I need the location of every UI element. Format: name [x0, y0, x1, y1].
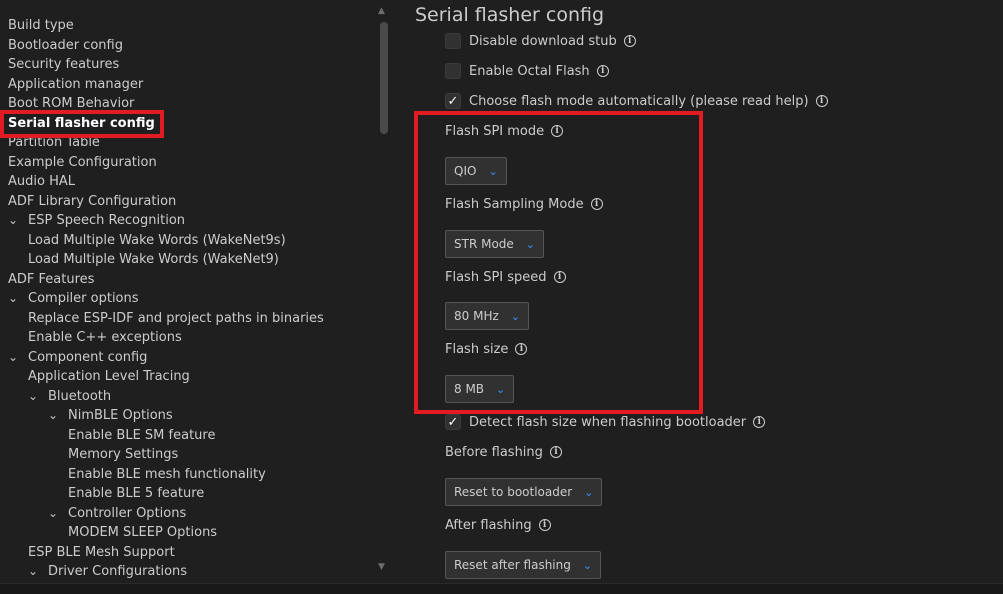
tree-item-label: Controller Options	[68, 506, 187, 521]
select-value: Reset after flashing	[454, 558, 571, 572]
info-icon[interactable]: i	[596, 65, 609, 77]
tree-item-label: Load Multiple Wake Words (WakeNet9)	[28, 252, 279, 267]
tree-item-ble-mesh-support[interactable]: ESP BLE Mesh Support	[28, 543, 175, 562]
tree-item-label: ADF Features	[8, 272, 95, 287]
tree-item-application-manager[interactable]: Application manager	[8, 75, 143, 94]
tree-item-security-features[interactable]: Security features	[8, 55, 119, 74]
tree-item-label: Security features	[8, 57, 120, 72]
tree-item-label: Boot ROM Behavior	[8, 96, 135, 111]
chevron-down-icon[interactable]: ⌄	[48, 504, 68, 523]
detect-flash-size-checkbox[interactable]: ✓	[445, 414, 461, 430]
chevron-down-icon: ⌄	[582, 558, 593, 572]
tree-item-label: Compiler options	[28, 291, 139, 306]
field-label: Before flashing	[445, 444, 543, 460]
scrollbar-thumb[interactable]	[380, 22, 388, 134]
after-flashing-select[interactable]: Reset after flashing ⌄	[445, 551, 602, 579]
tree-item-label: Bluetooth	[48, 389, 112, 404]
checkbox-label: Disable download stub	[469, 33, 617, 49]
tree-item-label: Audio HAL	[8, 174, 75, 189]
chevron-down-icon[interactable]: ⌄	[28, 387, 48, 406]
tree-item-label: Driver Configurations	[48, 564, 188, 579]
tree-item-example-configuration[interactable]: Example Configuration	[8, 153, 157, 172]
checkbox-label: Enable Octal Flash	[469, 63, 590, 79]
tree-item-label: Build type	[8, 18, 74, 33]
tree-item-label: Bootloader config	[8, 38, 123, 53]
tree-item-driver-configurations[interactable]: ⌄ Driver Configurations	[28, 562, 187, 581]
tree-item-label: Memory Settings	[68, 447, 179, 462]
tree-item-label: Load Multiple Wake Words (WakeNet9s)	[28, 233, 286, 248]
checkbox-label: Choose flash mode automatically (please …	[469, 93, 809, 109]
chevron-down-icon[interactable]: ⌄	[8, 348, 28, 367]
tree-item-label: NimBLE Options	[68, 408, 173, 423]
detect-flash-size-row: ✓ Detect flash size when flashing bootlo…	[445, 412, 766, 432]
tree-item-label: Application manager	[8, 77, 144, 92]
info-icon[interactable]: i	[549, 446, 562, 458]
info-icon[interactable]: i	[753, 416, 766, 428]
chevron-down-icon: ⌄	[584, 485, 594, 499]
tree-item-label: Replace ESP-IDF and project paths in bin…	[28, 311, 324, 326]
tree-item-nimble-options[interactable]: ⌄ NimBLE Options	[48, 406, 173, 425]
tree-item-label: Enable BLE 5 feature	[68, 486, 205, 501]
annotation-highlight-box	[0, 110, 164, 138]
tree-item-label: Enable C++ exceptions	[28, 330, 182, 345]
checkbox-label: Detect flash size when flashing bootload…	[469, 414, 747, 430]
tree-item-ble-mesh[interactable]: Enable BLE mesh functionality	[68, 465, 266, 484]
tree-item-label: Component config	[28, 350, 148, 365]
tree-item-label: Application Level Tracing	[28, 369, 190, 384]
enable-octal-flash-checkbox[interactable]	[445, 63, 461, 79]
tree-item-adf-features[interactable]: ADF Features	[8, 270, 94, 289]
page-title: Serial flasher config	[415, 4, 605, 26]
chevron-down-icon[interactable]: ⌄	[8, 289, 28, 308]
info-icon[interactable]: i	[815, 95, 828, 107]
chevron-down-icon[interactable]: ⌄	[28, 562, 48, 581]
tree-item-wakenet9s[interactable]: Load Multiple Wake Words (WakeNet9s)	[28, 231, 286, 250]
select-value: Reset to bootloader	[454, 485, 573, 499]
before-flashing-label-row: Before flashing i	[445, 442, 562, 462]
tree-item-app-level-tracing[interactable]: Application Level Tracing	[28, 367, 190, 386]
tree-item-ble-5[interactable]: Enable BLE 5 feature	[68, 484, 204, 503]
scroll-up-arrow-icon[interactable]: ▲	[378, 6, 385, 16]
chevron-down-icon[interactable]: ⌄	[48, 406, 68, 425]
status-bar	[0, 583, 1003, 594]
tree-item-label: ESP Speech Recognition	[28, 213, 186, 228]
tree-item-component-config[interactable]: ⌄ Component config	[8, 348, 147, 367]
disable-download-stub-row: Disable download stub i	[445, 31, 636, 51]
tree-item-wakenet9[interactable]: Load Multiple Wake Words (WakeNet9)	[28, 250, 279, 269]
enable-octal-flash-row: Enable Octal Flash i	[445, 61, 609, 81]
tree-item-controller-options[interactable]: ⌄ Controller Options	[48, 504, 186, 523]
tree-item-label: Enable BLE mesh functionality	[68, 467, 266, 482]
tree-item-compiler-options[interactable]: ⌄ Compiler options	[8, 289, 139, 308]
tree-item-label: ADF Library Configuration	[8, 194, 177, 209]
before-flashing-select[interactable]: Reset to bootloader ⌄	[445, 478, 603, 506]
after-flashing-label-row: After flashing i	[445, 515, 551, 535]
auto-flash-mode-row: ✓ Choose flash mode automatically (pleas…	[445, 91, 828, 111]
settings-tree: Build type Bootloader config Security fe…	[0, 0, 395, 583]
annotation-highlight-box	[414, 111, 703, 414]
tree-item-label: Enable BLE SM feature	[68, 428, 216, 443]
tree-item-esp-speech-recognition[interactable]: ⌄ ESP Speech Recognition	[8, 211, 185, 230]
chevron-down-icon[interactable]: ⌄	[8, 211, 28, 230]
auto-flash-mode-checkbox[interactable]: ✓	[445, 93, 461, 109]
tree-item-label: MODEM SLEEP Options	[68, 525, 218, 540]
tree-item-modem-sleep[interactable]: MODEM SLEEP Options	[68, 523, 217, 542]
tree-item-cpp-exceptions[interactable]: Enable C++ exceptions	[28, 328, 182, 347]
tree-item-build-type[interactable]: Build type	[8, 16, 74, 35]
tree-item-bluetooth[interactable]: ⌄ Bluetooth	[28, 387, 111, 406]
tree-item-replace-paths[interactable]: Replace ESP-IDF and project paths in bin…	[28, 309, 324, 328]
tree-item-audio-hal[interactable]: Audio HAL	[8, 172, 75, 191]
tree-item-ble-sm-feature[interactable]: Enable BLE SM feature	[68, 426, 215, 445]
tree-item-label: ESP BLE Mesh Support	[28, 545, 175, 560]
field-label: After flashing	[445, 517, 532, 533]
disable-download-stub-checkbox[interactable]	[445, 33, 461, 49]
tree-item-label: Example Configuration	[8, 155, 157, 170]
scroll-down-arrow-icon[interactable]: ▼	[378, 562, 385, 572]
info-icon[interactable]: i	[538, 519, 551, 531]
tree-item-adf-library-configuration[interactable]: ADF Library Configuration	[8, 192, 176, 211]
tree-item-bootloader-config[interactable]: Bootloader config	[8, 36, 123, 55]
tree-item-memory-settings[interactable]: Memory Settings	[68, 445, 178, 464]
info-icon[interactable]: i	[623, 35, 636, 47]
